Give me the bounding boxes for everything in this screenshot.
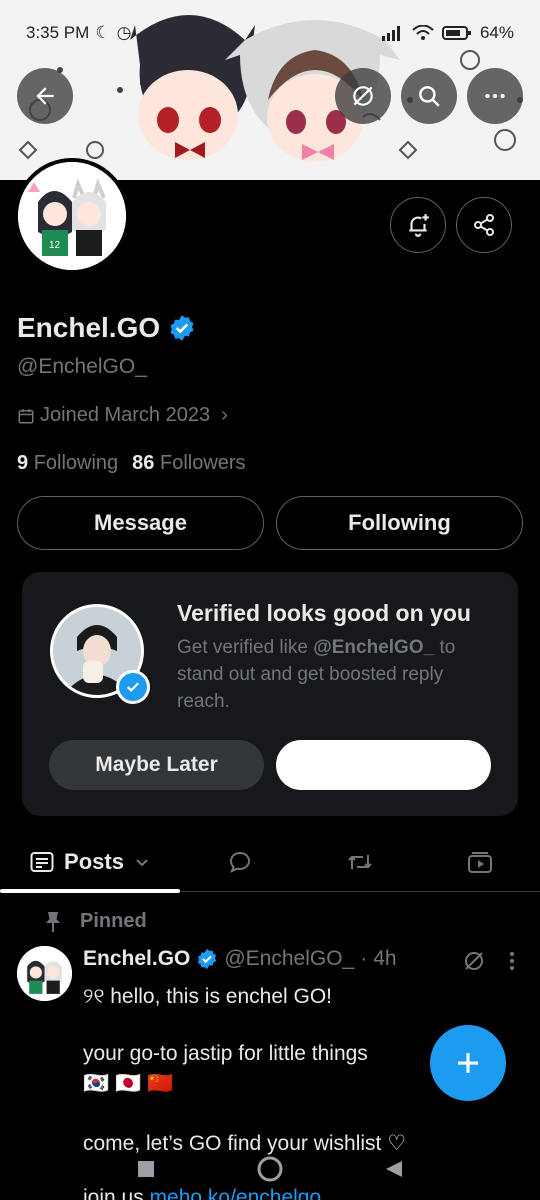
get-verified-button[interactable] xyxy=(276,740,491,790)
display-name: Enchel.GO xyxy=(17,312,161,343)
share-button[interactable] xyxy=(456,197,512,253)
profile-handle: @EnchelGO_ xyxy=(17,355,147,378)
svg-text:12: 12 xyxy=(49,240,61,251)
promo-verified-badge xyxy=(116,670,150,704)
post-time[interactable]: 4h xyxy=(373,947,396,971)
more-button[interactable] xyxy=(467,68,523,124)
verified-badge-icon[interactable] xyxy=(168,314,196,342)
replies-icon xyxy=(229,851,251,873)
signal-icon xyxy=(381,26,400,41)
post-line-2: your go-to jastip for little things xyxy=(83,1042,368,1065)
post-flags: 🇰🇷 🇯🇵 🇨🇳 xyxy=(83,1072,174,1095)
follow-stats: 9 Following 86 Followers xyxy=(17,452,246,475)
back-icon[interactable] xyxy=(384,1159,404,1179)
followers-stat[interactable]: 86 Followers xyxy=(132,452,245,475)
joined-text: Joined March 2023 xyxy=(40,404,211,426)
alarm-icon: ◷ xyxy=(116,23,132,42)
message-button[interactable]: Message xyxy=(17,496,264,550)
search-button[interactable] xyxy=(401,68,457,124)
avatar-image: 12 xyxy=(18,162,126,270)
verified-badge-icon xyxy=(198,948,217,970)
plus-icon xyxy=(458,1053,478,1073)
battery-level: 64% xyxy=(479,23,514,42)
status-bar: 3:35 PM ☾ ◷ 64% xyxy=(0,0,540,66)
verified-promo-card: Verified looks good on you Get verified … xyxy=(22,572,518,816)
following-button[interactable]: Following xyxy=(276,496,523,550)
profile-avatar[interactable]: 12 xyxy=(14,158,130,274)
following-stat[interactable]: 9 Following xyxy=(17,452,118,475)
wifi-icon xyxy=(412,25,434,40)
back-arrow-icon xyxy=(36,87,54,105)
promo-body: Get verified like @EnchelGO_ to stand ou… xyxy=(177,637,456,712)
check-icon xyxy=(126,682,140,692)
notifications-button[interactable] xyxy=(390,197,446,253)
home-icon[interactable] xyxy=(256,1155,284,1183)
tab-media[interactable] xyxy=(420,832,540,892)
active-tab-indicator xyxy=(0,889,180,893)
post-header: Enchel.GO @EnchelGO_ · 4h xyxy=(83,947,397,971)
hide-icon xyxy=(353,86,373,106)
chevron-down-icon xyxy=(136,859,148,867)
promo-title: Verified looks good on you xyxy=(177,600,471,626)
maybe-later-button[interactable]: Maybe Later xyxy=(49,740,264,790)
joined-date[interactable]: Joined March 2023 › xyxy=(17,404,228,427)
recents-icon[interactable] xyxy=(136,1159,156,1179)
calendar-icon xyxy=(18,408,34,423)
tab-posts[interactable]: Posts xyxy=(0,832,180,892)
moon-icon: ☾ xyxy=(95,23,111,42)
tab-replies[interactable] xyxy=(180,832,300,892)
hide-icon[interactable] xyxy=(462,949,486,973)
notification-plus-icon xyxy=(409,214,429,237)
post-more-icon[interactable] xyxy=(502,949,522,973)
tab-posts-label: Posts xyxy=(64,849,124,874)
status-time: 3:35 PM xyxy=(26,23,90,42)
post-line-1: ୨୧ hello, this is enchel GO! xyxy=(83,985,333,1008)
post-author-handle[interactable]: @EnchelGO_ xyxy=(224,947,354,971)
system-nav-bar xyxy=(0,1138,540,1200)
profile-name-row: Enchel.GO xyxy=(17,312,196,344)
back-button[interactable] xyxy=(17,68,73,124)
post-author-avatar[interactable] xyxy=(17,946,72,1001)
pinned-label: Pinned xyxy=(80,910,147,932)
profile-tabs: Posts xyxy=(0,832,540,893)
pin-icon xyxy=(46,911,60,932)
post-separator: · xyxy=(360,947,368,970)
media-icon xyxy=(468,852,492,873)
share-icon xyxy=(474,214,494,236)
promo-handle: @EnchelGO_ xyxy=(313,637,435,658)
pinned-indicator: Pinned xyxy=(44,910,147,933)
battery-icon xyxy=(441,26,471,40)
compose-button[interactable] xyxy=(430,1025,506,1101)
profile-banner[interactable]: 3:35 PM ☾ ◷ 64% xyxy=(0,0,540,180)
hide-button[interactable] xyxy=(335,68,391,124)
search-icon xyxy=(419,86,440,107)
more-icon xyxy=(485,93,505,99)
chevron-right-icon: › xyxy=(221,404,228,426)
reposts-icon xyxy=(348,855,372,869)
post-author-name[interactable]: Enchel.GO xyxy=(83,947,190,971)
posts-icon xyxy=(30,852,54,872)
tab-reposts[interactable] xyxy=(300,832,420,892)
